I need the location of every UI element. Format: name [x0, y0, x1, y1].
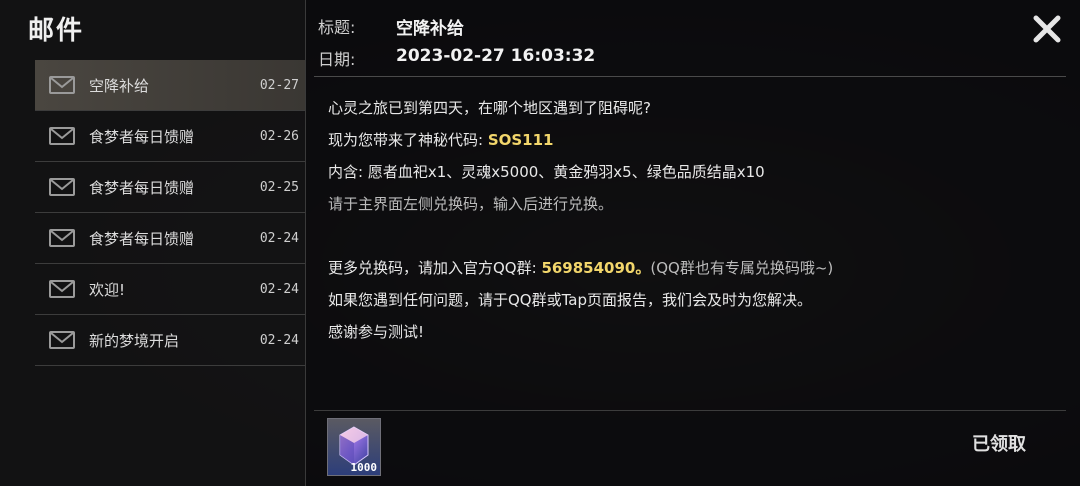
mail-item-date: 02-24	[259, 230, 299, 246]
body-line: 感谢参与测试!	[328, 323, 425, 341]
envelope-icon	[49, 331, 75, 349]
code-prefix: 现为您带来了神秘代码:	[328, 131, 488, 149]
mail-item-date: 02-26	[259, 128, 299, 144]
mail-subject: 空降补给	[89, 76, 150, 95]
envelope-icon	[49, 127, 75, 145]
body-line: 请于主界面左侧兑换码，输入后进行兑换。	[328, 195, 614, 213]
mail-item-date: 02-24	[259, 332, 299, 348]
mail-subject: 食梦者每日馈赠	[89, 127, 195, 146]
body-line: 更多兑换码，请加入官方QQ群: 569854090。(QQ群也有专属兑换码哦~)	[328, 252, 1068, 284]
body-line: 如果您遇到任何问题，请于QQ群或Tap页面报告，我们会及时为您解决。	[328, 291, 813, 309]
panel-title: 邮件	[28, 16, 85, 46]
mail-item[interactable]: 食梦者每日馈赠 02-24	[35, 213, 305, 264]
envelope-icon	[49, 178, 75, 196]
mail-list-panel: 邮件 空降补给 02-27 食梦者每日馈赠 02-26 食梦者每日馈赠 02-25 食梦者每…	[0, 0, 306, 486]
mail-item[interactable]: 空降补给 02-27	[35, 60, 305, 111]
mail-subject: 欢迎!	[89, 280, 126, 299]
reward-slot[interactable]: 1000	[327, 418, 381, 476]
mail-title: 空降补给	[396, 19, 464, 39]
mail-item[interactable]: 食梦者每日馈赠 02-26	[35, 111, 305, 162]
mail-item[interactable]: 食梦者每日馈赠 02-25	[35, 162, 305, 213]
mail-list: 空降补给 02-27 食梦者每日馈赠 02-26 食梦者每日馈赠 02-25 食梦者每日馈赠…	[35, 60, 305, 366]
mail-item-date: 02-24	[259, 281, 299, 297]
mail-item[interactable]: 欢迎! 02-24	[35, 264, 305, 315]
group-suffix: (QQ群也有专属兑换码哦~)	[650, 259, 834, 277]
mail-subject: 食梦者每日馈赠	[89, 229, 195, 248]
mail-body: 心灵之旅已到第四天，在哪个地区遇到了阻碍呢? 现为您带来了神秘代码: SOS11…	[328, 92, 1068, 348]
mail-date: 2023-02-27 16:03:32	[396, 46, 596, 66]
mail-item-date: 02-25	[259, 179, 299, 195]
body-line: 心灵之旅已到第四天，在哪个地区遇到了阻碍呢?	[328, 99, 651, 117]
claim-status: 已领取	[972, 434, 1026, 455]
close-button[interactable]	[1032, 14, 1062, 44]
envelope-icon	[49, 280, 75, 298]
redeem-code: SOS111	[487, 131, 554, 149]
title-label: 标题:	[318, 18, 356, 37]
mail-item-date: 02-27	[259, 77, 299, 93]
body-line: 内含: 愿者血祀x1、灵魂x5000、黄金鸦羽x5、绿色品质结晶x10	[328, 163, 765, 181]
group-prefix: 更多兑换码，请加入官方QQ群:	[328, 259, 542, 277]
mail-detail-panel: 标题: 空降补给 日期: 2023-02-27 16:03:32 心灵之旅已到第…	[306, 0, 1080, 486]
qq-group-number: 569854090。	[541, 259, 651, 277]
divider	[314, 76, 1066, 77]
mail-item[interactable]: 新的梦境开启 02-24	[35, 315, 305, 366]
date-label: 日期:	[318, 50, 356, 69]
reward-count: 1000	[350, 461, 378, 474]
envelope-icon	[49, 76, 75, 94]
divider	[314, 410, 1066, 411]
mail-subject: 新的梦境开启	[89, 331, 180, 350]
close-icon	[1033, 15, 1061, 43]
body-line: 现为您带来了神秘代码: SOS111	[328, 124, 1068, 156]
mail-subject: 食梦者每日馈赠	[89, 178, 195, 197]
envelope-icon	[49, 229, 75, 247]
